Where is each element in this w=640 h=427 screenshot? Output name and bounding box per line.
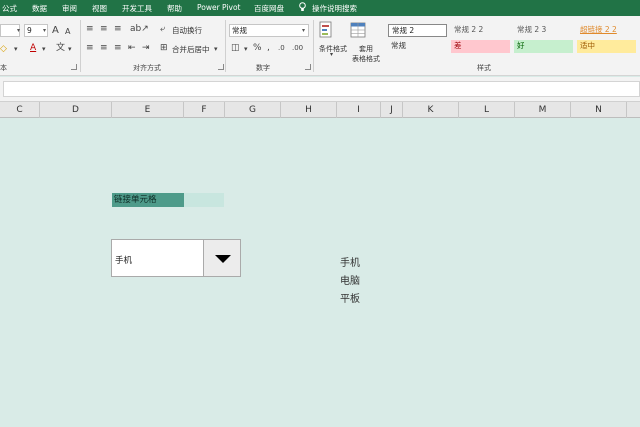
style-normal-2-2[interactable]: 常规 2 2 xyxy=(451,24,510,37)
decrease-indent-icon[interactable]: ⇤ xyxy=(128,43,136,53)
align-top-icon[interactable]: ≡ xyxy=(86,24,94,34)
combo-box-value: 手机 xyxy=(115,256,133,266)
menu-help[interactable]: 帮助 xyxy=(167,3,182,14)
increase-indent-icon[interactable]: ⇥ xyxy=(142,43,150,53)
accounting-format-dropdown-icon[interactable]: ▾ xyxy=(244,44,248,54)
worksheet-grid[interactable]: 链接单元格 手机 手机 电脑 平板 xyxy=(0,118,640,427)
grow-font-icon[interactable]: A xyxy=(52,26,59,36)
column-header-j[interactable]: J xyxy=(381,102,403,118)
font-color-icon[interactable]: A xyxy=(30,43,36,53)
column-header-d[interactable]: D xyxy=(40,102,112,118)
group-divider xyxy=(313,20,314,72)
font-name-dropdown-icon[interactable]: ▾ xyxy=(15,25,22,36)
increase-decimal-icon[interactable]: .0 xyxy=(278,43,285,53)
combo-box-dropdown-button[interactable] xyxy=(203,240,240,276)
group-divider xyxy=(225,20,226,72)
option-list-item[interactable]: 电脑 xyxy=(340,272,360,287)
menu-tell-me-search[interactable]: 操作说明搜索 xyxy=(312,3,357,14)
menu-view[interactable]: 视图 xyxy=(92,3,107,14)
font-color-dropdown-icon[interactable]: ▾ xyxy=(42,44,46,54)
number-group-launcher-icon[interactable] xyxy=(305,64,311,70)
conditional-format-dropdown-icon[interactable]: ▾ xyxy=(330,50,333,60)
column-header-m[interactable]: M xyxy=(515,102,571,118)
style-bad[interactable]: 差 xyxy=(451,40,510,53)
linked-cell[interactable]: 链接单元格 xyxy=(112,193,184,207)
alignment-group-label: 对齐方式 xyxy=(133,64,161,72)
number-group-label: 数字 xyxy=(256,64,270,72)
menu-review[interactable]: 审阅 xyxy=(62,3,77,14)
menu-baidu-disk[interactable]: 百度网盘 xyxy=(254,3,284,14)
ribbon: ▾ 9 ▾ A A ◇ ▾ A ▾ 文 ▾ 本 ≡ ≡ ≡ ab↗ ⤶ 自动换行… xyxy=(0,16,640,76)
fill-color-icon[interactable]: ◇ xyxy=(0,44,7,54)
column-header-k[interactable]: K xyxy=(403,102,459,118)
alignment-group-launcher-icon[interactable] xyxy=(218,64,224,70)
option-list-item[interactable]: 手机 xyxy=(340,254,360,269)
align-left-icon[interactable]: ≡ xyxy=(86,43,94,53)
column-header-l[interactable]: L xyxy=(459,102,515,118)
shrink-font-icon[interactable]: A xyxy=(65,27,70,37)
column-header-row: C D E F G H I J K L M N xyxy=(0,101,640,118)
column-header-h[interactable]: H xyxy=(281,102,337,118)
comma-style-icon[interactable]: , xyxy=(267,43,270,53)
column-header-i[interactable]: I xyxy=(337,102,381,118)
font-group-launcher-icon[interactable] xyxy=(71,64,77,70)
wrap-text-button[interactable]: 自动换行 xyxy=(172,25,202,36)
merge-center-dropdown-icon[interactable]: ▾ xyxy=(214,44,218,54)
column-header-f[interactable]: F xyxy=(184,102,225,118)
option-list-item[interactable]: 平板 xyxy=(340,290,360,305)
phonetic-dropdown-icon[interactable]: ▾ xyxy=(68,44,72,54)
format-as-table-button[interactable]: 套用 表格格式 xyxy=(348,21,384,64)
format-as-table-label-line2: 表格格式 xyxy=(352,55,380,63)
group-divider xyxy=(80,20,81,72)
align-right-icon[interactable]: ≡ xyxy=(114,43,122,53)
format-as-table-label-line1: 套用 xyxy=(359,45,373,53)
lightbulb-icon xyxy=(299,2,306,11)
style-hyperlink-2-2[interactable]: 超链接 2 2 xyxy=(577,24,636,37)
formula-input[interactable] xyxy=(3,81,640,97)
number-format-dropdown-icon[interactable]: ▾ xyxy=(300,25,307,36)
phonetic-icon[interactable]: 文 xyxy=(56,43,65,53)
styles-group-label: 样式 xyxy=(477,64,491,72)
orientation-icon[interactable]: ab↗ xyxy=(130,24,149,34)
style-good[interactable]: 好 xyxy=(514,40,573,53)
menu-developer[interactable]: 开发工具 xyxy=(122,3,152,14)
percent-style-icon[interactable]: % xyxy=(253,43,262,53)
decrease-decimal-icon[interactable]: .00 xyxy=(292,43,303,53)
menu-data[interactable]: 数据 xyxy=(32,3,47,14)
align-middle-icon[interactable]: ≡ xyxy=(100,24,108,34)
merge-center-button[interactable]: 合并后居中 xyxy=(172,44,210,55)
wrap-text-icon[interactable]: ⤶ xyxy=(160,24,165,34)
menu-bar: 公式 数据 审阅 视图 开发工具 帮助 Power Pivot 百度网盘 操作说… xyxy=(0,0,640,16)
column-header-c[interactable]: C xyxy=(0,102,40,118)
column-header-e[interactable]: E xyxy=(112,102,184,118)
dropdown-arrow-icon xyxy=(215,255,231,263)
conditional-format-icon xyxy=(319,21,332,38)
number-format-select[interactable]: 常规 xyxy=(229,24,309,37)
column-header-g[interactable]: G xyxy=(225,102,281,118)
style-normal-2[interactable]: 常规 2 xyxy=(388,24,447,37)
font-group-label: 本 xyxy=(0,64,7,72)
style-normal-2-3[interactable]: 常规 2 3 xyxy=(514,24,573,37)
formula-bar xyxy=(0,77,640,101)
align-bottom-icon[interactable]: ≡ xyxy=(114,24,122,34)
style-neutral[interactable]: 适中 xyxy=(577,40,636,53)
style-normal[interactable]: 常规 xyxy=(388,40,447,53)
menu-power-pivot[interactable]: Power Pivot xyxy=(197,3,240,12)
combo-box-control[interactable]: 手机 xyxy=(111,239,241,277)
format-as-table-icon xyxy=(350,22,366,38)
menu-formulas[interactable]: 公式 xyxy=(2,3,17,14)
font-size-dropdown-icon[interactable]: ▾ xyxy=(41,25,48,36)
align-center-icon[interactable]: ≡ xyxy=(100,43,108,53)
accounting-format-icon[interactable]: ◫ xyxy=(231,43,240,53)
adjacent-cell[interactable] xyxy=(184,193,224,207)
merge-center-icon[interactable]: ⊞ xyxy=(160,43,168,53)
column-header-n[interactable]: N xyxy=(571,102,627,118)
fill-color-dropdown-icon[interactable]: ▾ xyxy=(14,44,18,54)
